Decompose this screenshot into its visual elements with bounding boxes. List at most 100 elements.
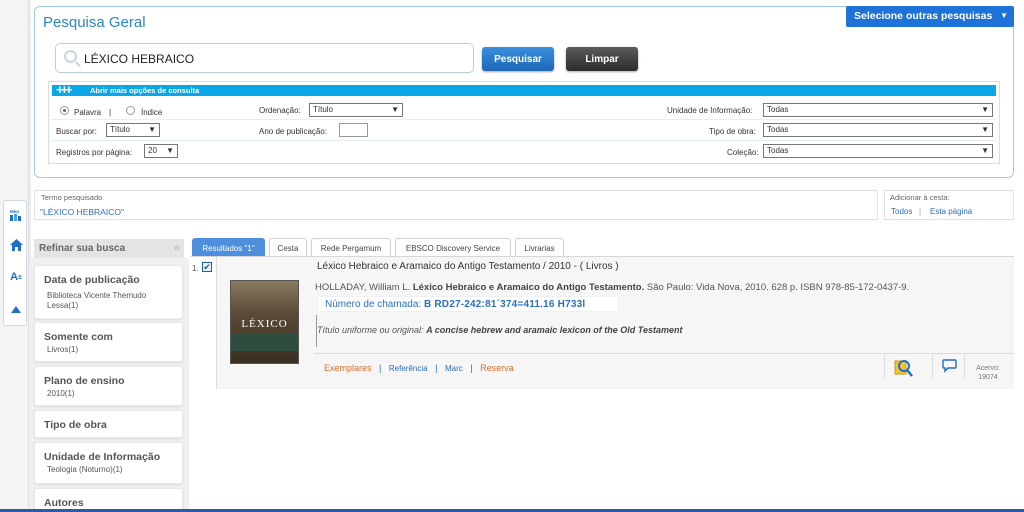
facet-publication-date[interactable]: Data de publicação Biblioteca Vicente Th… [34,265,183,319]
radio-index[interactable] [126,106,135,115]
uniform-title-label: Título uniforme ou original: [317,325,424,335]
tab-results[interactable]: Resultados "1" [192,238,265,256]
book-cover-image[interactable]: LÉXICO [230,280,299,364]
facet-value[interactable]: Biblioteca Vicente Themudo [47,291,146,301]
marc-link[interactable]: Marc [445,364,463,373]
separator: | [109,108,112,117]
separator: | [470,363,473,373]
facet-title: Data de publicação [44,274,140,286]
order-select[interactable]: Título ▼ [309,103,403,117]
comment-button[interactable] [932,354,964,380]
cart-add-page-link[interactable]: Esta página [930,207,972,216]
tab-pergamum-network[interactable]: Rede Pergamum [311,238,391,256]
caret-down-icon: ▼ [166,146,174,155]
tab-bookstores[interactable]: Livrarias [515,238,564,256]
search-input[interactable]: LÉXICO HEBRAICO [55,43,474,73]
caret-down-icon: ▼ [981,125,989,134]
rail-toolbar: Meu A ± [3,200,27,326]
other-searches-dropdown[interactable]: Selecione outras pesquisas ▼ [846,6,1014,27]
plus-icon: +++ [56,82,73,97]
result-number: 1. [192,264,199,273]
search-term-box: Termo pesquisado "LÉXICO HEBRAICO" [34,190,878,220]
search-icon [64,50,77,63]
per-page-value: 20 [148,146,157,155]
radio-index-label: Índice [141,108,163,117]
result-checkbox[interactable]: ✔ [202,262,212,272]
facet-value[interactable]: 2010(1) [47,389,75,399]
map-search-button[interactable] [884,354,916,380]
unit-value: Todas [767,105,789,114]
year-input[interactable] [339,123,368,137]
clear-button[interactable]: Limpar [566,47,638,71]
other-searches-label: Selecione outras pesquisas [854,10,993,22]
facet-title: Plano de ensino [44,375,125,387]
unit-select[interactable]: Todas ▼ [763,103,993,117]
scroll-top-icon[interactable] [8,301,24,317]
result-actions: Exemplares | Referência | Marc | Reserva [324,363,514,373]
collection-label: Coleção: [727,148,759,157]
term-value: "LÉXICO HEBRAICO" [40,207,124,217]
caret-down-icon: ▼ [148,125,156,134]
per-page-select[interactable]: 20 ▼ [144,144,178,158]
collection-id-value: 19074 [978,374,998,381]
refine-title: Refinar sua busca [39,243,126,254]
result-bold-title: Léxico Hebraico e Aramaico do Antigo Tes… [412,282,645,293]
page-title: Pesquisa Geral [40,14,149,31]
separator: | [379,363,382,373]
cart-box: Adicionar à cesta: Todos | Esta página [884,190,1014,220]
facet-work-type[interactable]: Tipo de obra [34,410,183,438]
worktype-value: Todas [767,125,789,134]
search-query: LÉXICO HEBRAICO [84,52,195,66]
tab-ebsco[interactable]: EBSCO Discovery Service [395,238,511,256]
search-by-select[interactable]: Título ▼ [106,123,160,137]
collection-value: Todas [767,146,789,155]
cover-title: LÉXICO [241,318,288,330]
call-number: Número de chamada: B RD27-242:81´374=411… [317,296,619,312]
collapse-icon[interactable]: « [174,242,180,254]
font-size-icon[interactable]: A ± [8,269,24,285]
collection-id: Acervo: 19074 [966,364,1010,382]
facet-value[interactable]: Teologia (Noturno)(1) [47,465,123,475]
facet-information-unit[interactable]: Unidade de Informação Teologia (Noturno)… [34,442,183,484]
caret-down-icon: ▼ [981,146,989,155]
cart-add-all-link[interactable]: Todos [891,207,912,216]
facet-title: Somente com [44,331,113,343]
facet-value[interactable]: Livros(1) [47,345,78,355]
bookshelf-icon[interactable]: Meu [8,207,24,223]
copies-link[interactable]: Exemplares [324,363,372,373]
facet-title: Unidade de Informação [44,451,161,463]
worktype-select[interactable]: Todas ▼ [763,123,993,137]
separator: | [919,207,922,216]
result-title-link[interactable]: Léxico Hebraico e Aramaico do Antigo Tes… [317,261,619,272]
order-label: Ordenação: [259,106,301,115]
facet-value[interactable]: Lessa(1) [47,301,78,311]
tab-basket[interactable]: Cesta [269,238,307,256]
facet-teaching-plan[interactable]: Plano de ensino 2010(1) [34,366,183,406]
reference-link[interactable]: Referência [389,364,428,373]
svg-text:Meu: Meu [10,209,19,214]
cart-label: Adicionar à cesta: [890,193,950,202]
more-options-toggle[interactable]: +++ Abrir mais opções de consulta [52,82,996,97]
reserve-link[interactable]: Reserva [480,363,514,373]
per-page-label: Registros por página: [56,148,133,157]
home-icon[interactable] [8,237,24,253]
result-author: HOLLADAY, William L. [315,282,411,293]
order-value: Título [313,105,334,114]
facet-only-with[interactable]: Somente com Livros(1) [34,322,183,362]
search-button[interactable]: Pesquisar [482,47,554,71]
radio-word-label: Palavra [74,108,102,117]
collection-id-label: Acervo: [976,365,1000,372]
collection-select[interactable]: Todas ▼ [763,144,993,158]
cover-band [231,333,298,351]
more-options-label: Abrir mais opções de consulta [90,86,200,95]
call-number-label: Número de chamada: [325,299,422,310]
divider [964,354,965,380]
term-label: Termo pesquisado [41,193,103,202]
caret-down-icon: ▼ [391,105,399,114]
unit-label: Unidade de Informação: [667,106,753,115]
radio-word[interactable] [60,106,69,115]
facet-title: Autores [44,497,84,509]
worktype-label: Tipo de obra: [709,127,756,136]
uniform-title-value: A concise hebrew and aramaic lexicon of … [426,325,683,335]
result-imprint: São Paulo: Vida Nova, 2010. 628 p. ISBN … [646,282,910,293]
